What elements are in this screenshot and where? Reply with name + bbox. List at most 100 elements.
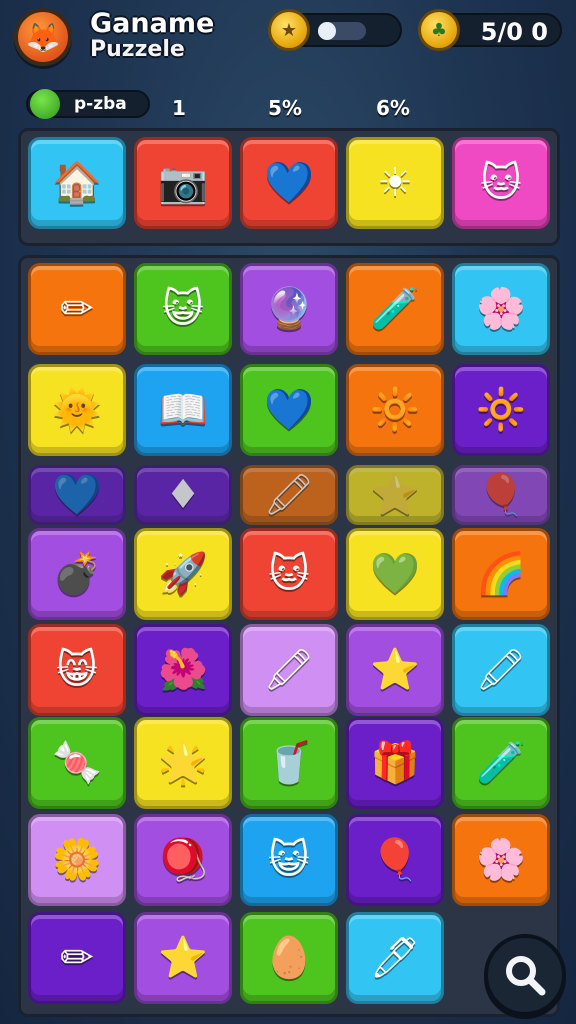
tile[interactable]: ⭐ [346, 465, 444, 525]
gold-clover-coin-icon: ♣ [418, 9, 460, 51]
tile[interactable]: 🪀 [134, 814, 232, 906]
tile[interactable]: 🥤 [240, 717, 338, 809]
tile[interactable]: 🎈 [452, 465, 550, 525]
blue-candy-icon: 🍬 [52, 740, 102, 786]
tile[interactable]: 🖊 [346, 912, 444, 1004]
tile[interactable]: 🚀 [134, 528, 232, 620]
tile[interactable]: 🌺 [134, 624, 232, 716]
player-avatar[interactable]: 🦊 [14, 8, 72, 66]
tile[interactable]: 🌞 [28, 364, 126, 456]
orange-sun-icon: 🔆 [476, 387, 526, 433]
tile[interactable]: 🏠 [28, 137, 126, 229]
tile[interactable]: ♦ [134, 465, 232, 525]
tile[interactable]: 🖍 [240, 624, 338, 716]
tile[interactable]: 🐱 [452, 137, 550, 229]
tile[interactable]: 💚 [346, 528, 444, 620]
camera-icon: 📷 [158, 160, 208, 206]
score-pill: ♣ 5/0 0 [418, 9, 562, 51]
magnifier-icon [506, 956, 546, 996]
energy-pill[interactable]: ★ [268, 9, 402, 51]
tile[interactable]: ⭐ [346, 624, 444, 716]
tile[interactable]: 📷 [134, 137, 232, 229]
tile[interactable]: 💙 [28, 465, 126, 525]
tile[interactable]: ✏ [28, 912, 126, 1004]
green-leaf-icon [30, 89, 60, 119]
green-heart-icon: 💚 [370, 551, 420, 597]
tile[interactable]: 🌸 [452, 263, 550, 355]
pink-sun-icon: 🌸 [476, 837, 526, 883]
tile[interactable]: 🌸 [452, 814, 550, 906]
blue-bomb-icon: 💣 [52, 551, 102, 597]
red-crystal-icon: ♦ [165, 472, 201, 518]
tile[interactable]: ☀ [346, 137, 444, 229]
tile[interactable]: 😺 [134, 263, 232, 355]
tile[interactable]: 🧪 [452, 717, 550, 809]
tile[interactable]: 🍬 [28, 717, 126, 809]
tile[interactable]: 💣 [28, 528, 126, 620]
tile[interactable]: 🔮 [240, 263, 338, 355]
rainbow-ball-icon: 🪀 [158, 837, 208, 883]
tile[interactable]: ✏ [28, 263, 126, 355]
gift-box-icon: 🎁 [370, 740, 420, 786]
rainbow-ball-icon: 🌈 [476, 551, 526, 597]
pink-flower-icon: 🌺 [158, 647, 208, 693]
title-line-1: Ganame [90, 8, 215, 39]
tile[interactable]: 🧪 [346, 263, 444, 355]
yellow-cat-face-icon: 😺 [268, 837, 310, 883]
green-crayon-icon: 🖍 [263, 472, 315, 518]
search-button[interactable] [484, 934, 566, 1016]
blue-cup-icon: 🥤 [264, 740, 314, 786]
tile[interactable]: 😸 [28, 624, 126, 716]
blue-heart-icon: 💙 [264, 387, 314, 433]
green-cat-face-icon: 😸 [56, 647, 98, 693]
tile[interactable]: 😺 [240, 814, 338, 906]
score-value: 5/0 0 [480, 18, 548, 46]
tile[interactable]: 🖍 [452, 624, 550, 716]
orange-star-icon: ⭐ [370, 472, 420, 518]
green-bottle-icon: 🧪 [370, 286, 420, 332]
energy-toggle[interactable] [318, 22, 366, 40]
stat-2: 5% [268, 96, 302, 120]
green-crayon-icon: 🖍 [263, 647, 315, 693]
blue-crayon-icon: 🖊 [369, 935, 421, 981]
tile[interactable]: 🔆 [452, 364, 550, 456]
tile[interactable]: 💙 [240, 364, 338, 456]
tile[interactable]: 🎁 [346, 717, 444, 809]
house-icon: 🏠 [52, 160, 102, 206]
cat-face-icon: 🐱 [268, 551, 310, 597]
pink-crayon-icon: ✏ [60, 935, 94, 981]
orange-sun-icon: 🔆 [370, 387, 420, 433]
green-bottle-icon: 🧪 [476, 740, 526, 786]
yellow-star-icon: ⭐ [158, 935, 208, 981]
tile[interactable]: 🌟 [134, 717, 232, 809]
level-label: p-zba [74, 94, 127, 114]
tile[interactable]: 🖍 [240, 465, 338, 525]
purple-balloon-icon: 🎈 [476, 472, 526, 518]
orange-star-icon: 🌟 [158, 740, 208, 786]
tile[interactable]: 💙 [240, 137, 338, 229]
purple-ball-icon: 🔮 [264, 286, 314, 332]
stat-3: 6% [376, 96, 410, 120]
pink-crayon-icon: 🖍 [475, 647, 527, 693]
tile[interactable]: 🐱 [240, 528, 338, 620]
yellow-star-icon: ⭐ [370, 647, 420, 693]
blue-bird-icon: 💙 [264, 160, 314, 206]
game-title: Ganame Puzzele [90, 8, 215, 63]
green-sun-face-icon: 🌞 [52, 387, 102, 433]
fox-face-icon: 🦊 [25, 20, 61, 54]
sun-icon: ☀ [377, 160, 413, 206]
tile[interactable]: 🎈 [346, 814, 444, 906]
tile[interactable]: 🌼 [28, 814, 126, 906]
tile[interactable]: 🌈 [452, 528, 550, 620]
level-pill: p-zba [26, 89, 150, 119]
cat-face-icon: 🐱 [480, 160, 522, 206]
tile[interactable]: 🥚 [240, 912, 338, 1004]
tile[interactable]: 📖 [134, 364, 232, 456]
stat-1: 1 [172, 96, 186, 120]
tile[interactable]: ⭐ [134, 912, 232, 1004]
blue-heart-icon: 💙 [52, 472, 102, 518]
title-line-2: Puzzele [90, 37, 185, 63]
tile[interactable]: 🔆 [346, 364, 444, 456]
cat-face-icon: 😺 [162, 286, 204, 332]
green-egg-icon: 🥚 [264, 935, 314, 981]
